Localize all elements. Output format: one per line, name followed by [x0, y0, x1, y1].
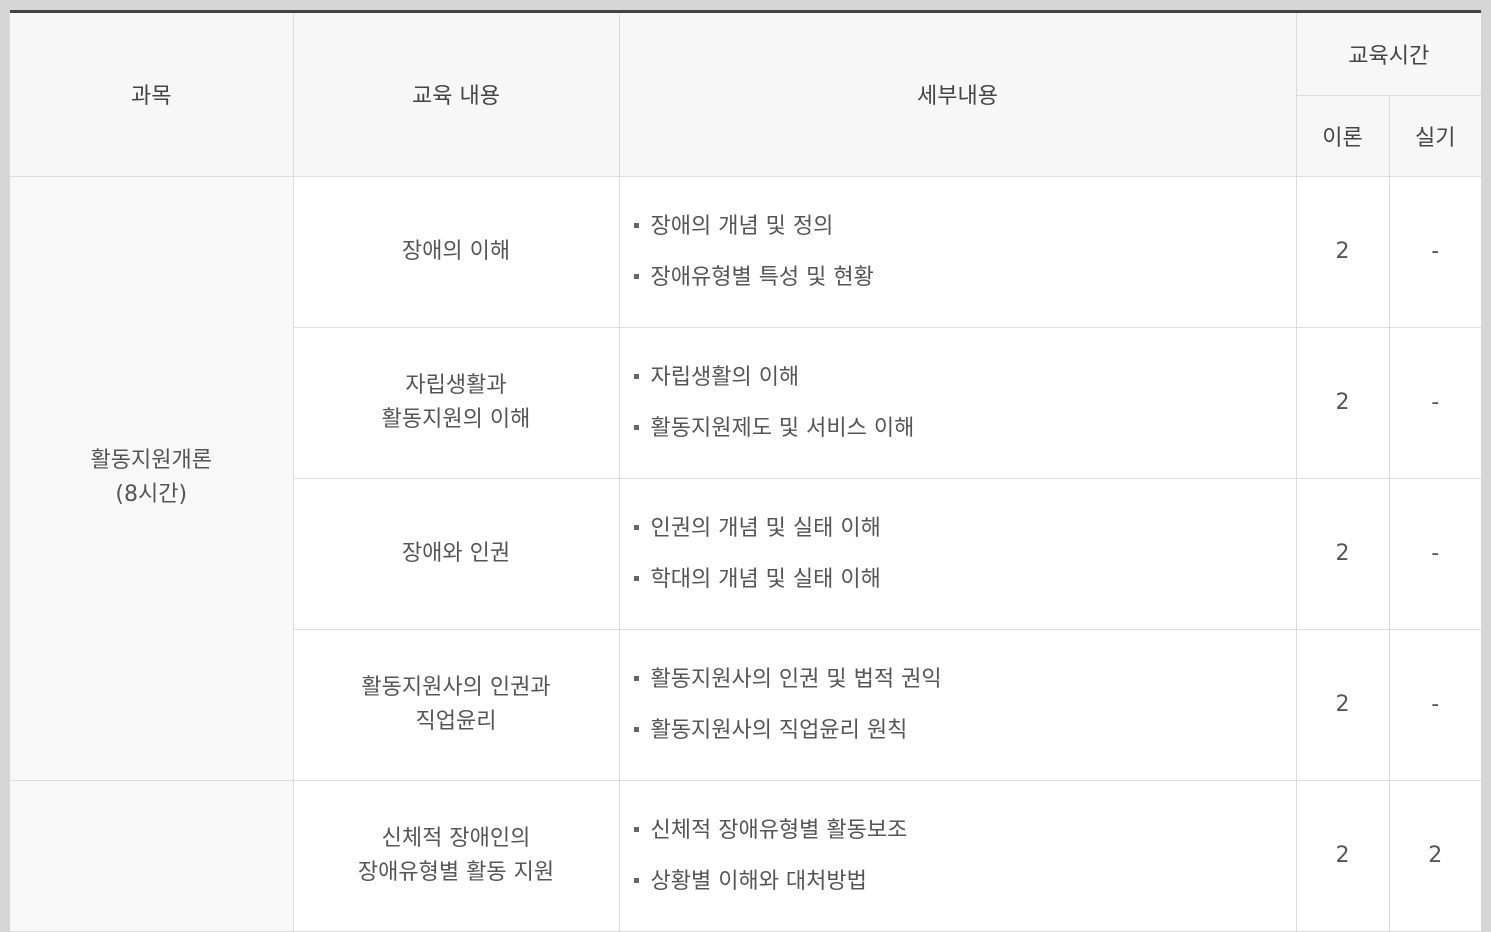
detail-list: 인권의 개념 및 실태 이해학대의 개념 및 실태 이해 [633, 503, 1296, 605]
detail-item: 학대의 개념 및 실태 이해 [633, 554, 1296, 605]
detail-cell: 장애의 개념 및 정의장애유형별 특성 및 현황 [618, 175, 1297, 328]
detail-item: 장애의 개념 및 정의 [633, 201, 1296, 252]
content-line: 직업윤리 [415, 708, 497, 734]
detail-list: 활동지원사의 인권 및 법적 권익활동지원사의 직업윤리 원칙 [633, 654, 1296, 756]
detail-item: 활동지원사의 인권 및 법적 권익 [633, 654, 1296, 705]
header-detail: 세부내용 [618, 13, 1297, 177]
theory-hours-cell: 2 [1295, 175, 1390, 328]
square-bullet-icon [633, 222, 639, 228]
detail-list: 신체적 장애유형별 활동보조상황별 이해와 대처방법 [633, 805, 1296, 907]
content-line: 장애유형별 활동 지원 [357, 859, 555, 885]
detail-text: 활동지원사의 직업윤리 원칙 [650, 717, 908, 743]
practice-hours-cell: 2 [1388, 779, 1481, 932]
detail-item: 신체적 장애유형별 활동보조 [633, 805, 1296, 856]
content-cell: 자립생활과활동지원의 이해 [293, 326, 620, 479]
content-line: 장애와 인권 [401, 540, 511, 566]
square-bullet-icon [633, 524, 639, 530]
curriculum-table: 과목 교육 내용 세부내용 교육시간 이론 실기 활동지원개론 (8시간) 장애의 … [10, 13, 1481, 932]
curriculum-body: 활동지원개론 (8시간) 장애의 이해 장애의 개념 및 정의장애유형별 특성 및 현… [10, 175, 1481, 932]
header-theory: 이론 [1296, 94, 1390, 177]
square-bullet-icon [633, 424, 639, 430]
content-cell: 활동지원사의 인권과직업윤리 [293, 628, 620, 781]
square-bullet-icon [633, 877, 639, 883]
subject-line: (8시간) [115, 482, 188, 507]
detail-cell: 자립생활의 이해활동지원제도 및 서비스 이해 [618, 326, 1297, 479]
theory-hours-cell: 2 [1295, 477, 1390, 630]
curriculum-sheet: 과목 교육 내용 세부내용 교육시간 이론 실기 활동지원개론 (8시간) 장애의 … [10, 10, 1481, 932]
square-bullet-icon [633, 575, 639, 581]
detail-item: 활동지원제도 및 서비스 이해 [633, 403, 1296, 454]
subject-cell [10, 779, 294, 932]
theory-hours-cell: 2 [1295, 326, 1390, 479]
content-line: 자립생활과 [405, 372, 507, 398]
square-bullet-icon [633, 675, 639, 681]
content-line: 활동지원의 이해 [381, 406, 531, 432]
content-line: 신체적 장애인의 [381, 825, 531, 851]
square-bullet-icon [633, 726, 639, 732]
content-cell: 장애의 이해 [292, 175, 620, 328]
detail-item: 장애유형별 특성 및 현황 [633, 252, 1296, 303]
header-practice: 실기 [1388, 94, 1481, 177]
detail-text: 자립생활의 이해 [650, 364, 800, 390]
square-bullet-icon [633, 273, 639, 279]
detail-item: 인권의 개념 및 실태 이해 [633, 503, 1296, 554]
theory-hours-cell: 2 [1295, 779, 1390, 932]
detail-text: 상황별 이해와 대처방법 [650, 868, 867, 894]
square-bullet-icon [633, 373, 639, 379]
subject-cell: 활동지원개론 (8시간) [10, 175, 294, 781]
detail-cell: 인권의 개념 및 실태 이해학대의 개념 및 실태 이해 [618, 477, 1297, 630]
detail-item: 자립생활의 이해 [633, 352, 1296, 403]
detail-text: 장애의 개념 및 정의 [650, 213, 834, 239]
detail-cell: 신체적 장애유형별 활동보조상황별 이해와 대처방법 [618, 779, 1297, 932]
subject-line: 활동지원개론 [90, 448, 212, 473]
content-cell: 신체적 장애인의장애유형별 활동 지원 [292, 779, 620, 932]
detail-text: 학대의 개념 및 실태 이해 [650, 566, 881, 592]
detail-list: 자립생활의 이해활동지원제도 및 서비스 이해 [633, 352, 1296, 454]
content-line: 활동지원사의 인권과 [361, 674, 551, 700]
detail-list: 장애의 개념 및 정의장애유형별 특성 및 현황 [633, 201, 1296, 303]
detail-item: 상황별 이해와 대처방법 [633, 856, 1296, 907]
header-subject: 과목 [10, 13, 294, 177]
practice-hours-cell: - [1388, 175, 1481, 328]
detail-text: 활동지원사의 인권 및 법적 권익 [650, 666, 942, 692]
detail-text: 활동지원제도 및 서비스 이해 [650, 415, 915, 441]
detail-text: 신체적 장애유형별 활동보조 [650, 817, 908, 843]
theory-hours-cell: 2 [1295, 628, 1390, 781]
practice-hours-cell: - [1388, 326, 1481, 479]
header-content: 교육 내용 [292, 13, 620, 177]
detail-text: 장애유형별 특성 및 현황 [650, 264, 874, 290]
square-bullet-icon [633, 826, 639, 832]
detail-item: 활동지원사의 직업윤리 원칙 [633, 705, 1296, 756]
table-row: 신체적 장애인의 장애유형별 활동 지원 신체적 장애유형별 활동보조 상황별 이해와… [10, 779, 1481, 932]
header-hours: 교육시간 [1295, 13, 1481, 96]
content-line: 장애의 이해 [401, 238, 511, 264]
content-cell: 장애와 인권 [293, 477, 620, 630]
detail-text: 인권의 개념 및 실태 이해 [650, 515, 881, 541]
table-row: 활동지원개론 (8시간) 장애의 이해 장애의 개념 및 정의장애유형별 특성 및 현… [10, 175, 1481, 781]
practice-hours-cell: - [1388, 477, 1481, 630]
practice-hours-cell: - [1388, 628, 1481, 781]
detail-cell: 활동지원사의 인권 및 법적 권익활동지원사의 직업윤리 원칙 [618, 628, 1297, 781]
